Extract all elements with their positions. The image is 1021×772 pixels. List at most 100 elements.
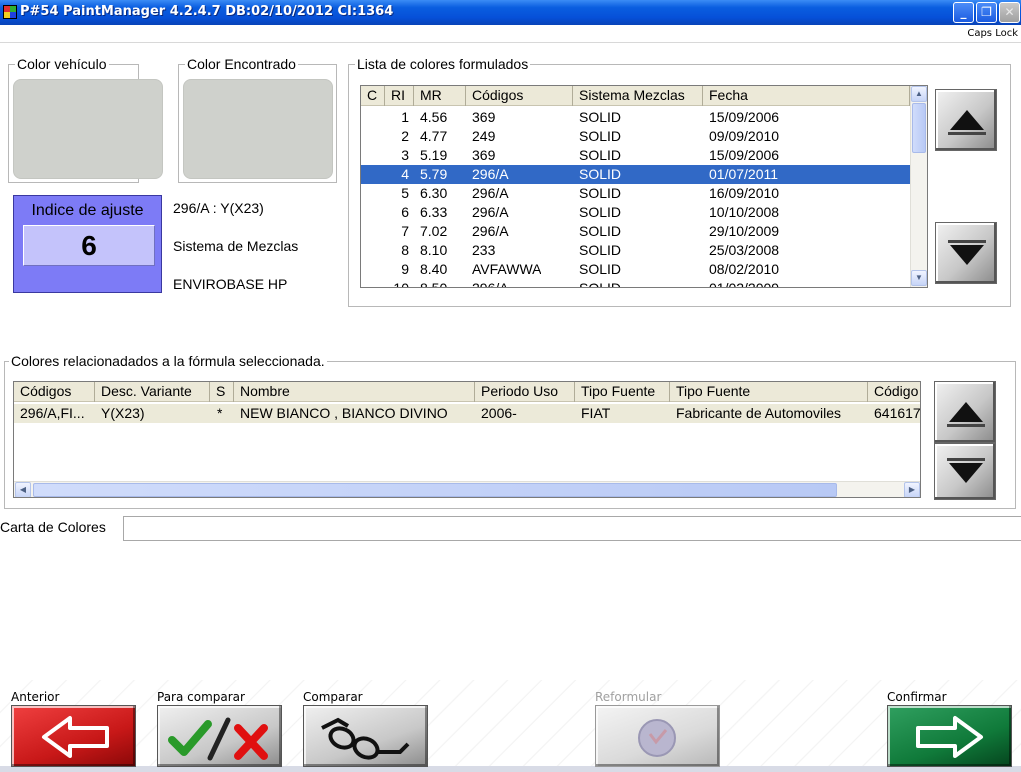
col-header-codigos[interactable]: Códigos	[466, 86, 573, 106]
formula-cell-sistema: SOLID	[579, 223, 622, 239]
related-cell-s: *	[217, 405, 223, 421]
indice-ajuste-value: 6	[23, 225, 155, 266]
carta-colores-label: Carta de Colores	[0, 519, 106, 535]
formula-row[interactable]: 4 5.79 296/A SOLID 01/07/2011	[361, 165, 910, 184]
formula-cell-codigo: AVFAWWA	[472, 261, 542, 277]
col-header-codigo[interactable]: Código	[868, 382, 920, 402]
formula-cell-codigo: 296/A	[472, 280, 509, 288]
formula-cell-codigo: 296/A	[472, 204, 509, 220]
selected-code-text: 296/A : Y(X23)	[173, 200, 264, 216]
related-page-down-button[interactable]	[934, 443, 996, 500]
formula-cell-fecha: 01/07/2011	[709, 166, 779, 182]
scroll-down-icon[interactable]: ▼	[911, 270, 927, 286]
anterior-label: Anterior	[11, 690, 60, 704]
formula-row[interactable]: 5 6.30 296/A SOLID 16/09/2010	[361, 184, 910, 203]
col-header-periodo-uso[interactable]: Periodo Uso	[475, 382, 575, 402]
color-vehiculo-label: Color vehículo	[15, 56, 109, 72]
col-header-c[interactable]: C	[361, 86, 385, 106]
minimize-button[interactable]: _	[953, 2, 974, 23]
scroll-left-icon[interactable]: ◀	[15, 482, 31, 497]
glasses-icon	[321, 717, 410, 760]
para-comparar-button[interactable]	[157, 705, 282, 767]
formulas-list-header: C RI MR Códigos Sistema Mezclas Fecha	[361, 86, 910, 106]
formula-cell-codigo: 296/A	[472, 223, 509, 239]
related-page-up-button[interactable]	[934, 381, 996, 443]
paint-manager-app-icon[interactable]	[3, 5, 17, 19]
divider	[0, 42, 1021, 43]
col-header-mr[interactable]: MR	[414, 86, 466, 106]
formulas-page-down-button[interactable]	[935, 222, 997, 284]
formula-cell-fecha: 01/02/2009	[709, 280, 780, 288]
formula-cell-ri: 10	[393, 280, 409, 288]
col-header-tipo-fuente-2[interactable]: Tipo Fuente	[670, 382, 868, 402]
related-horizontal-scrollbar[interactable]: ◀ ▶	[14, 481, 920, 497]
arrow-down-bar	[947, 458, 985, 461]
para-comparar-label: Para comparar	[157, 690, 245, 704]
formula-cell-sistema: SOLID	[579, 166, 622, 182]
sistema-mezclas-value: ENVIROBASE HP	[173, 276, 288, 292]
formula-row[interactable]: 9 8.40 AVFAWWA SOLID 08/02/2010	[361, 260, 910, 279]
related-colors-list[interactable]: Códigos Desc. Variante S Nombre Periodo …	[13, 381, 921, 498]
formulas-page-up-button[interactable]	[935, 89, 997, 151]
col-header-sistema-mezclas[interactable]: Sistema Mezclas	[573, 86, 703, 106]
close-button[interactable]: ✕	[999, 2, 1020, 23]
scroll-right-icon[interactable]: ▶	[904, 482, 920, 497]
color-encontrado-swatch	[183, 79, 333, 179]
col-header-fecha[interactable]: Fecha	[703, 86, 910, 106]
formula-cell-mr: 5.79	[420, 166, 448, 182]
formula-cell-fecha: 10/10/2008	[709, 204, 780, 220]
formula-row[interactable]: 10 8.50 296/A SOLID 01/02/2009	[361, 279, 910, 288]
indice-ajuste-panel: Indice de ajuste 6	[13, 195, 162, 293]
formulas-list[interactable]: C RI MR Códigos Sistema Mezclas Fecha 14…	[360, 85, 928, 288]
related-scroll-thumb[interactable]	[33, 483, 837, 497]
formulas-scroll-thumb[interactable]	[912, 103, 926, 153]
formula-cell-ri: 1	[401, 109, 409, 125]
formula-cell-fecha: 16/09/2010	[709, 185, 780, 201]
formula-row[interactable]: 6 6.33 296/A SOLID 10/10/2008	[361, 203, 910, 222]
carta-colores-field[interactable]	[123, 516, 1021, 541]
col-header-desc-variante[interactable]: Desc. Variante	[95, 382, 210, 402]
arrow-left-icon	[42, 716, 109, 758]
formulas-group-title: Lista de colores formulados	[355, 56, 531, 72]
formula-cell-sistema: SOLID	[579, 280, 622, 288]
formula-cell-fecha: 15/09/2006	[709, 109, 780, 125]
formula-row[interactable]: 7 7.02 296/A SOLID 29/10/2009	[361, 222, 910, 241]
formula-cell-sistema: SOLID	[579, 242, 622, 258]
formula-cell-sistema: SOLID	[579, 185, 622, 201]
confirmar-button[interactable]	[887, 705, 1012, 767]
related-cell-tipo-fuente: FIAT	[581, 405, 611, 421]
related-cell-codigos: 296/A,FI...	[20, 405, 85, 421]
formula-cell-ri: 7	[401, 223, 409, 239]
arrow-up-icon	[949, 402, 983, 422]
col-header-ri[interactable]: RI	[385, 86, 414, 106]
formula-cell-mr: 8.10	[420, 242, 448, 258]
col-header-nombre[interactable]: Nombre	[234, 382, 475, 402]
formula-cell-fecha: 08/02/2010	[709, 261, 780, 277]
formula-cell-ri: 8	[401, 242, 409, 258]
anterior-button[interactable]	[11, 705, 136, 767]
formula-row[interactable]: 8 8.10 233 SOLID 25/03/2008	[361, 241, 910, 260]
arrow-down-icon	[950, 245, 984, 265]
col-header-codigos[interactable]: Códigos	[14, 382, 95, 402]
arrow-up-bar	[948, 132, 986, 135]
related-cell-tipo-fuente-2: Fabricante de Automoviles	[676, 405, 841, 421]
related-cell-codigo: 641617	[874, 405, 920, 421]
formula-cell-sistema: SOLID	[579, 128, 622, 144]
comparar-button[interactable]	[303, 705, 428, 767]
reformular-button[interactable]	[595, 705, 720, 767]
formula-cell-ri: 2	[401, 128, 409, 144]
indice-ajuste-label: Indice de ajuste	[31, 202, 144, 219]
scroll-up-icon[interactable]: ▲	[911, 86, 927, 102]
formula-cell-fecha: 25/03/2008	[709, 242, 780, 258]
formulas-vertical-scrollbar[interactable]: ▲ ▼	[910, 86, 927, 287]
maximize-button[interactable]: ❐	[976, 2, 997, 23]
formula-row[interactable]: 2 4.77 249 SOLID 09/09/2010	[361, 127, 910, 146]
arrow-down-bar	[948, 240, 986, 243]
formula-row[interactable]: 1 4.56 369 SOLID 15/09/2006	[361, 108, 910, 127]
formula-row[interactable]: 3 5.19 369 SOLID 15/09/2006	[361, 146, 910, 165]
comparar-label: Comparar	[303, 690, 363, 704]
formula-cell-mr: 6.33	[420, 204, 448, 220]
col-header-s[interactable]: S	[210, 382, 234, 402]
related-table-row[interactable]: 296/A,FI... Y(X23) * NEW BIANCO , BIANCO…	[14, 404, 920, 423]
col-header-tipo-fuente[interactable]: Tipo Fuente	[575, 382, 670, 402]
